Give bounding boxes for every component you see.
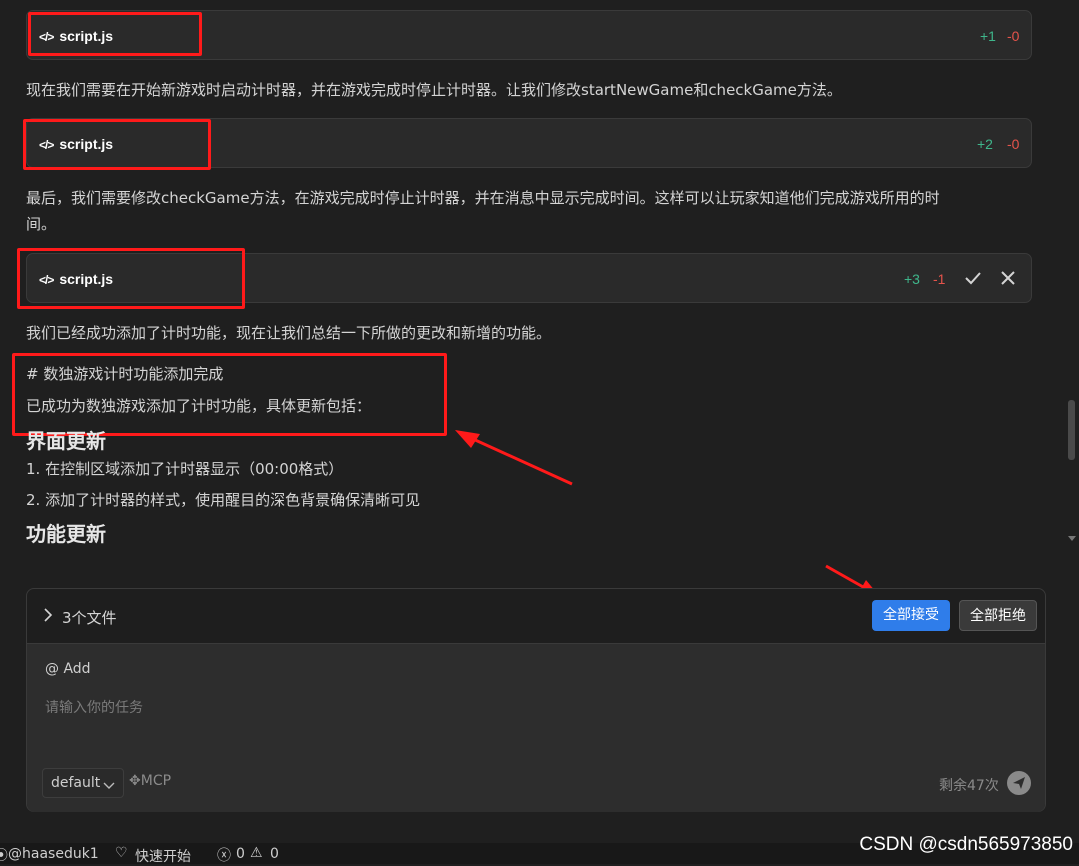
scrollbar-thumb[interactable] <box>1068 400 1075 460</box>
reject-close-icon[interactable] <box>997 267 1019 289</box>
chevron-right-icon[interactable] <box>43 608 53 626</box>
scrollbar[interactable] <box>1065 0 1079 550</box>
list-item: 2. 添加了计时器的样式，使用醒目的深色背景确保清晰可见 <box>26 491 421 509</box>
user-account[interactable]: @haaseduk1 <box>8 846 99 862</box>
send-icon[interactable] <box>1007 771 1031 795</box>
quickstart-link[interactable]: 快速开始 <box>135 846 191 866</box>
heart-icon: ♡ <box>115 845 128 861</box>
chat-panel: 3个文件 全部接受 全部拒绝 @ Add 请输入你的任务 default ✥MC… <box>26 588 1046 812</box>
task-input-area[interactable]: @ Add 请输入你的任务 default ✥MCP 剩余47次 <box>27 643 1045 812</box>
assistant-message: 现在我们需要在开始新游戏时启动计时器，并在游戏完成时停止计时器。让我们修改sta… <box>26 81 842 99</box>
changes-header: 3个文件 全部接受 全部拒绝 <box>27 589 1045 643</box>
add-context-button[interactable]: @ Add <box>45 661 91 677</box>
account-icon[interactable]: ⦿ <box>0 845 8 865</box>
scroll-down-icon[interactable] <box>1068 536 1076 541</box>
mcp-button[interactable]: ✥MCP <box>129 773 171 789</box>
removed-count: -0 <box>1007 136 1020 152</box>
assistant-message: 我们已经成功添加了计时功能，现在让我们总结一下所做的更改和新增的功能。 <box>26 324 552 342</box>
mcp-icon: ✥ <box>129 773 141 789</box>
added-count: +1 <box>980 28 996 44</box>
annotation-box <box>28 12 202 56</box>
task-input[interactable]: 请输入你的任务 <box>45 697 143 717</box>
list-item: 1. 在控制区域添加了计时器显示（00:00格式） <box>26 460 344 478</box>
annotation-box <box>17 248 245 309</box>
warning-icon[interactable]: ⚠ <box>250 845 263 861</box>
added-count: +3 <box>904 271 920 287</box>
added-count: +2 <box>977 136 993 152</box>
model-select[interactable]: default <box>42 768 124 798</box>
accept-check-icon[interactable] <box>962 267 984 289</box>
watermark: CSDN @csdn565973850 <box>859 834 1073 855</box>
warning-count[interactable]: 0 <box>270 846 279 862</box>
reject-all-button[interactable]: 全部拒绝 <box>959 600 1037 631</box>
error-count[interactable]: 0 <box>236 846 245 862</box>
error-icon[interactable]: ⓧ <box>217 845 231 865</box>
removed-count: -0 <box>1007 28 1020 44</box>
chevron-down-icon <box>103 777 115 795</box>
accept-all-button[interactable]: 全部接受 <box>872 600 950 631</box>
section-title: 界面更新 <box>26 429 106 453</box>
files-count[interactable]: 3个文件 <box>62 607 117 628</box>
removed-count: -1 <box>933 271 946 287</box>
assistant-message: 最后，我们需要修改checkGame方法，在游戏完成时停止计时器，并在消息中显示… <box>26 189 940 233</box>
section-title: 功能更新 <box>26 522 106 546</box>
remaining-count: 剩余47次 <box>939 778 999 794</box>
annotation-box <box>12 353 447 436</box>
annotation-box <box>23 119 211 170</box>
